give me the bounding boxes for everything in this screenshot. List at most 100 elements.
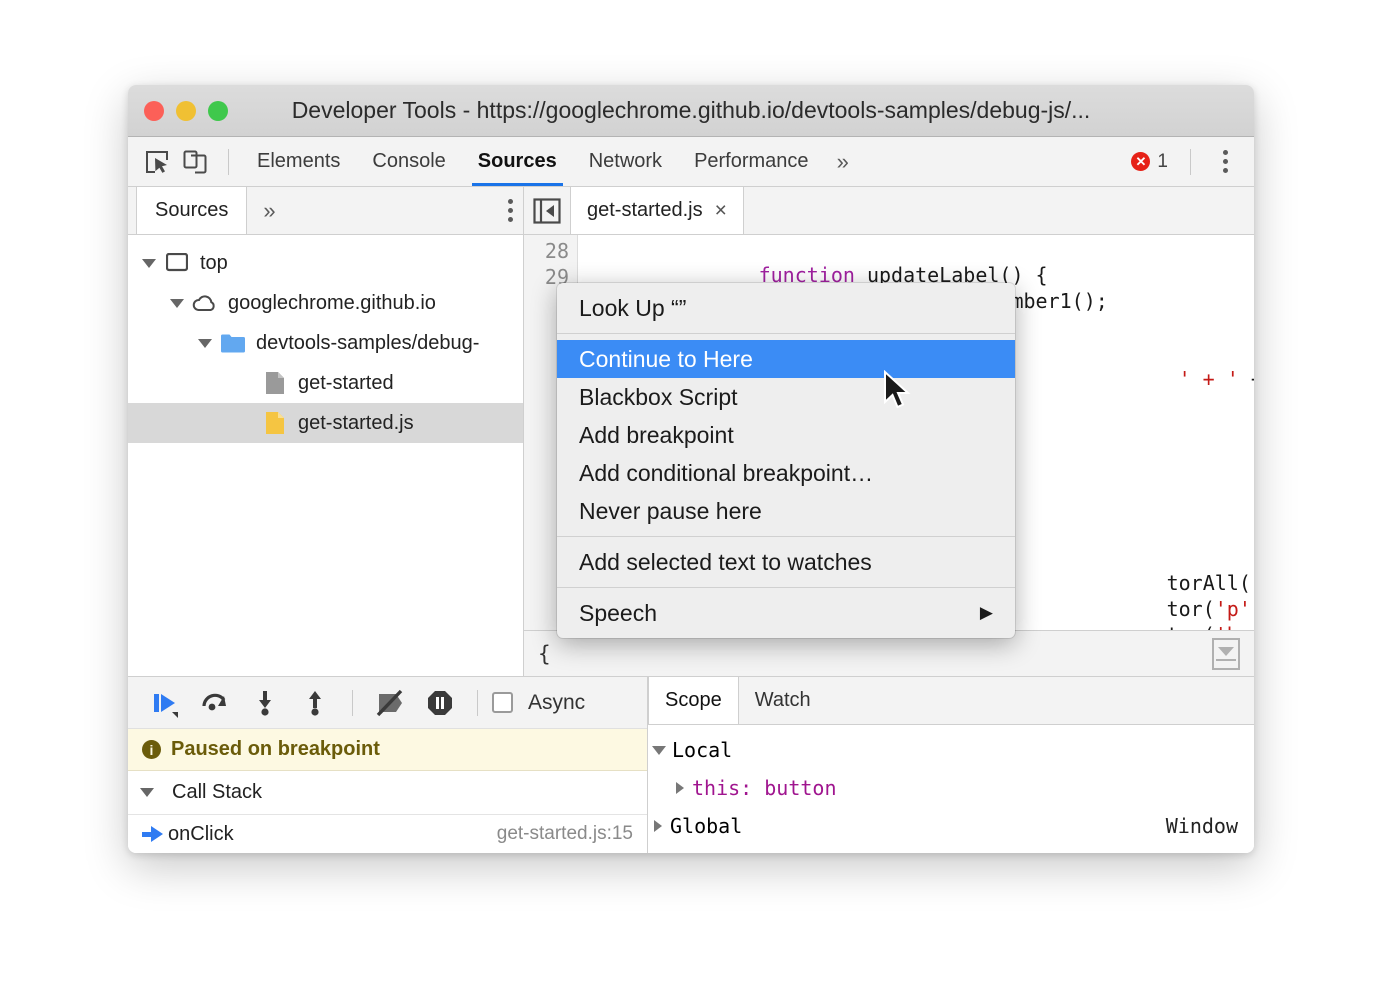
- context-menu-separator: [557, 536, 1015, 537]
- async-checkbox[interactable]: [492, 692, 513, 713]
- chevron-down-icon[interactable]: [198, 339, 212, 348]
- tab-elements[interactable]: Elements: [241, 137, 356, 186]
- info-icon: i: [142, 740, 161, 759]
- tree-item-label: devtools-samples/debug-: [256, 332, 479, 355]
- paused-banner: i Paused on breakpoint: [128, 729, 647, 771]
- context-menu-item-never-pause-here[interactable]: Never pause here: [557, 492, 1015, 530]
- editor-tab-label: get-started.js: [587, 199, 703, 222]
- editor-tab-get-started-js[interactable]: get-started.js ×: [570, 187, 744, 234]
- toolbar-right-group: ✕ 1: [1131, 144, 1242, 179]
- close-icon[interactable]: ×: [715, 199, 727, 223]
- scope-row-local[interactable]: Local: [648, 731, 1254, 769]
- device-toolbar-icon[interactable]: [178, 145, 212, 179]
- chevron-down-icon[interactable]: [652, 746, 666, 755]
- underline-bar: [1216, 659, 1236, 661]
- deactivate-breakpoints-icon[interactable]: [367, 683, 413, 723]
- call-stack-label: Call Stack: [172, 781, 262, 804]
- tree-item-label: googlechrome.github.io: [228, 292, 436, 315]
- folder-icon: [220, 330, 246, 356]
- tree-item-devtools-samples[interactable]: devtools-samples/debug-: [128, 323, 523, 363]
- code-string: ': [1179, 367, 1191, 391]
- step-out-icon[interactable]: [292, 683, 338, 723]
- toolbar-divider: [228, 149, 229, 175]
- chevron-right-icon[interactable]: [676, 782, 684, 794]
- more-tabs-button[interactable]: »: [825, 137, 861, 186]
- code-fragment-queryselector-button: tor('button');: [998, 599, 1254, 630]
- scope-row-label: Local: [672, 738, 732, 762]
- chevron-down-icon[interactable]: [170, 299, 184, 308]
- tree-item-get-started-js[interactable]: get-started.js: [128, 403, 523, 443]
- inspect-element-icon[interactable]: [140, 145, 174, 179]
- error-badge[interactable]: ✕ 1: [1131, 151, 1168, 173]
- tree-item-googlechrome-github-io[interactable]: googlechrome.github.io: [128, 283, 523, 323]
- close-button-icon[interactable]: [144, 101, 164, 121]
- editor-status-text: {: [538, 642, 551, 666]
- tab-sources[interactable]: Sources: [462, 137, 573, 186]
- context-menu-item-look-up[interactable]: Look Up “”: [557, 289, 1015, 327]
- call-stack-header[interactable]: Call Stack: [128, 771, 647, 815]
- pause-on-exceptions-icon[interactable]: [417, 683, 463, 723]
- resume-icon[interactable]: [142, 683, 188, 723]
- context-menu-separator: [557, 333, 1015, 334]
- devtools-main-toolbar: Elements Console Sources Network Perform…: [128, 137, 1254, 187]
- chevron-down-icon[interactable]: [142, 259, 156, 268]
- kebab-menu-icon: [498, 193, 523, 228]
- code-op: +: [1191, 367, 1227, 391]
- debugger-area: Async i Paused on breakpoint Call Stack: [128, 676, 1254, 853]
- traffic-lights: [128, 101, 228, 121]
- current-frame-arrow-icon: [142, 826, 168, 842]
- step-over-icon[interactable]: [192, 683, 238, 723]
- chevron-right-icon[interactable]: [654, 820, 662, 832]
- file-tree: top googlechrome.github.io: [128, 235, 523, 676]
- context-menu-item-add-conditional-breakpoint[interactable]: Add conditional breakpoint…: [557, 454, 1015, 492]
- async-label: Async: [528, 691, 585, 715]
- context-menu-item-speech[interactable]: Speech ▶: [557, 594, 1015, 632]
- frame-icon: [164, 250, 190, 276]
- window-title: Developer Tools - https://googlechrome.g…: [128, 97, 1254, 124]
- document-icon: [262, 370, 288, 396]
- minimize-button-icon[interactable]: [176, 101, 196, 121]
- screenshot-root: Developer Tools - https://googlechrome.g…: [0, 0, 1387, 993]
- tab-scope[interactable]: Scope: [648, 677, 739, 724]
- scope-watch-tabbar: Scope Watch: [648, 677, 1254, 725]
- scope-row-this[interactable]: this: button: [648, 769, 1254, 807]
- call-stack-function: onClick: [168, 823, 234, 846]
- context-menu-item-blackbox-script[interactable]: Blackbox Script: [557, 378, 1015, 416]
- pretty-print-button[interactable]: [1212, 638, 1240, 670]
- tab-watch[interactable]: Watch: [739, 677, 827, 724]
- tab-console[interactable]: Console: [356, 137, 461, 186]
- kebab-menu-icon[interactable]: [1213, 144, 1238, 179]
- context-menu-item-add-breakpoint[interactable]: Add breakpoint: [557, 416, 1015, 454]
- line-number: 28: [545, 239, 569, 263]
- scope-tree: Local this: button Global Window: [648, 725, 1254, 853]
- scope-pane: Scope Watch Local this: button: [648, 677, 1254, 853]
- tree-item-label: top: [200, 252, 228, 275]
- window-titlebar: Developer Tools - https://googlechrome.g…: [128, 85, 1254, 137]
- tab-network[interactable]: Network: [573, 137, 678, 186]
- chevron-down-icon[interactable]: [140, 788, 154, 797]
- error-circle-icon: ✕: [1131, 152, 1150, 171]
- tree-item-label: get-started: [298, 372, 394, 395]
- code-string: 'button': [1215, 623, 1254, 630]
- navigator-more-tabs-button[interactable]: »: [247, 187, 291, 234]
- navigator-tab-sources[interactable]: Sources: [136, 187, 247, 234]
- navigator-pane: Sources » top: [128, 187, 524, 676]
- error-count: 1: [1157, 151, 1168, 173]
- scope-row-global[interactable]: Global Window: [648, 807, 1254, 845]
- call-stack-frame[interactable]: onClick get-started.js:15: [128, 815, 647, 853]
- context-menu-item-add-selected-text-to-watches[interactable]: Add selected text to watches: [557, 543, 1015, 581]
- navigator-tabbar: Sources »: [128, 187, 523, 235]
- triangle-down-icon: [1218, 647, 1234, 656]
- context-menu: Look Up “” Continue to Here Blackbox Scr…: [557, 283, 1015, 638]
- navigator-menu-button[interactable]: [498, 187, 523, 234]
- tree-item-label: get-started.js: [298, 412, 414, 435]
- step-into-icon[interactable]: [242, 683, 288, 723]
- debugger-divider: [352, 690, 353, 716]
- tree-item-get-started[interactable]: get-started: [128, 363, 523, 403]
- zoom-button-icon[interactable]: [208, 101, 228, 121]
- js-file-icon: [262, 410, 288, 436]
- tree-item-top[interactable]: top: [128, 243, 523, 283]
- show-navigator-icon[interactable]: [524, 187, 570, 234]
- tab-performance[interactable]: Performance: [678, 137, 825, 186]
- context-menu-item-continue-to-here[interactable]: Continue to Here: [557, 340, 1015, 378]
